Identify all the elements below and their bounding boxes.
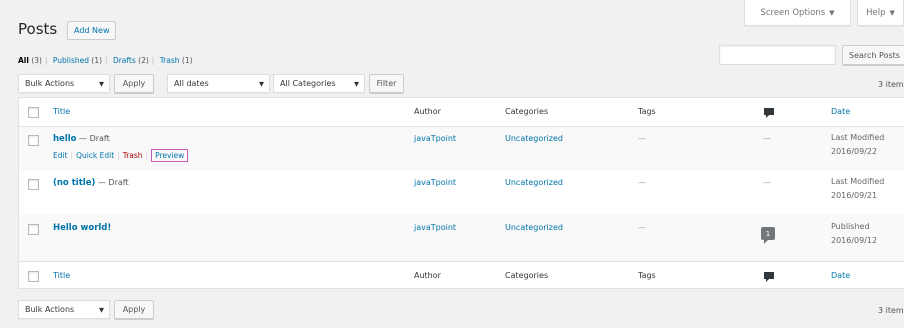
quick-edit-link[interactable]: Quick Edit — [76, 151, 114, 160]
column-tags-footer: Tags — [638, 271, 656, 280]
post-state: — Draft — [95, 178, 129, 187]
column-author-header: Author — [414, 107, 441, 116]
view-trash[interactable]: Trash — [160, 56, 180, 65]
items-count-bottom: 3 item — [878, 306, 904, 315]
view-separator: | — [105, 56, 108, 65]
screen-options-tab[interactable]: Screen Options ▼ — [744, 0, 851, 26]
triangle-down-icon: ▼ — [354, 79, 359, 88]
dates-select[interactable]: All dates ▼ — [167, 74, 270, 93]
post-category-link[interactable]: Uncategorized — [505, 223, 563, 232]
row-actions: Edit | Quick Edit | Trash | Preview — [53, 149, 189, 162]
column-title-footer[interactable]: Title — [53, 271, 70, 280]
table-row: Hello world! javaTpoint Uncategorized — … — [19, 215, 904, 261]
post-date: 2016/09/12 — [831, 236, 878, 245]
preview-link[interactable]: Preview — [151, 149, 189, 162]
post-author-link[interactable]: javaTpoint — [414, 178, 456, 187]
action-separator: | — [70, 151, 74, 160]
edit-link[interactable]: Edit — [53, 151, 68, 160]
triangle-down-icon: ▼ — [99, 79, 104, 88]
action-separator: | — [145, 151, 149, 160]
items-count-top: 3 item — [878, 80, 904, 89]
post-tags: — — [638, 134, 646, 143]
post-comments: — — [763, 178, 771, 187]
comment-bubble-icon[interactable] — [763, 107, 775, 121]
post-date: 2016/09/22 — [831, 147, 878, 156]
table-footer-row: Title Author Categories Tags Date — [19, 261, 904, 290]
column-date-footer[interactable]: Date — [831, 271, 850, 280]
post-category-link[interactable]: Uncategorized — [505, 178, 563, 187]
view-drafts-count: (2) — [138, 56, 149, 65]
caret-down-icon: ▼ — [889, 8, 895, 17]
column-categories-footer: Categories — [505, 271, 549, 280]
filter-button[interactable]: Filter — [369, 74, 404, 93]
screen-options-label: Screen Options — [760, 7, 826, 18]
view-published[interactable]: Published — [53, 56, 89, 65]
post-tags: — — [638, 178, 646, 187]
table-header-row: Title Author Categories Tags Date — [19, 98, 904, 127]
post-author-link[interactable]: javaTpoint — [414, 223, 456, 232]
search-input[interactable] — [719, 45, 836, 65]
post-title-cell: (no title) — Draft — [53, 178, 129, 188]
add-new-button[interactable]: Add New — [67, 21, 117, 40]
post-status-views: All (3) | Published (1) | Drafts (2) | Tras… — [18, 56, 193, 65]
help-label: Help — [866, 7, 886, 18]
post-author-link[interactable]: javaTpoint — [414, 134, 456, 143]
categories-value: All Categories — [280, 79, 336, 88]
post-title-cell: Hello world! — [53, 223, 111, 233]
apply-button-bottom[interactable]: Apply — [114, 300, 154, 319]
select-all-checkbox[interactable] — [28, 107, 39, 118]
view-separator: | — [151, 56, 155, 65]
view-separator: | — [44, 56, 48, 65]
view-drafts[interactable]: Drafts — [113, 56, 136, 65]
view-all-count: (3) — [31, 56, 42, 65]
posts-table: Title Author Categories Tags Date hello … — [18, 97, 904, 289]
post-state: — Draft — [76, 134, 110, 143]
post-date-status: Last Modified — [831, 133, 885, 142]
table-row: (no title) — Draft javaTpoint Uncategori… — [19, 171, 904, 215]
select-all-checkbox[interactable] — [28, 271, 39, 282]
view-trash-count: (1) — [181, 56, 193, 65]
help-tab[interactable]: Help ▼ — [857, 0, 904, 26]
row-checkbox[interactable] — [28, 135, 39, 146]
trash-link[interactable]: Trash — [123, 151, 143, 160]
post-comments: — — [763, 134, 771, 143]
triangle-down-icon: ▼ — [99, 305, 104, 314]
column-tags-header: Tags — [638, 107, 656, 116]
categories-select[interactable]: All Categories ▼ — [273, 74, 365, 93]
page-title: Posts — [18, 20, 58, 38]
table-row: hello — Draft Edit | Quick Edit | Trash … — [19, 127, 904, 171]
column-date-header[interactable]: Date — [831, 107, 850, 116]
post-category-link[interactable]: Uncategorized — [505, 134, 563, 143]
post-title-link[interactable]: (no title) — [53, 178, 95, 188]
column-title-header[interactable]: Title — [53, 107, 70, 116]
post-title-link[interactable]: hello — [53, 134, 76, 144]
row-checkbox[interactable] — [28, 224, 39, 235]
view-all[interactable]: All — [18, 56, 29, 65]
post-date-status: Last Modified — [831, 177, 885, 186]
bulk-actions-select[interactable]: Bulk Actions ▼ — [18, 74, 110, 93]
view-published-count: (1) — [91, 56, 103, 65]
post-tags: — — [638, 223, 646, 232]
bulk-actions-value: Bulk Actions — [25, 79, 75, 88]
apply-button[interactable]: Apply — [114, 74, 154, 93]
comment-bubble-icon[interactable] — [763, 271, 775, 285]
triangle-down-icon: ▼ — [259, 79, 264, 88]
post-title-link[interactable]: Hello world! — [53, 223, 111, 233]
caret-down-icon: ▼ — [829, 8, 835, 17]
comment-count-badge[interactable]: 1 — [761, 227, 775, 244]
column-categories-header: Categories — [505, 107, 549, 116]
row-checkbox[interactable] — [28, 179, 39, 190]
post-title-cell: hello — Draft — [53, 134, 110, 144]
bulk-actions-value: Bulk Actions — [25, 305, 75, 314]
column-author-footer: Author — [414, 271, 441, 280]
post-date-status: Published — [831, 222, 870, 231]
action-separator: | — [117, 151, 120, 160]
post-date: 2016/09/21 — [831, 191, 878, 200]
dates-value: All dates — [174, 79, 209, 88]
search-posts-button[interactable]: Search Posts — [842, 45, 904, 65]
bulk-actions-select-bottom[interactable]: Bulk Actions ▼ — [18, 300, 110, 319]
